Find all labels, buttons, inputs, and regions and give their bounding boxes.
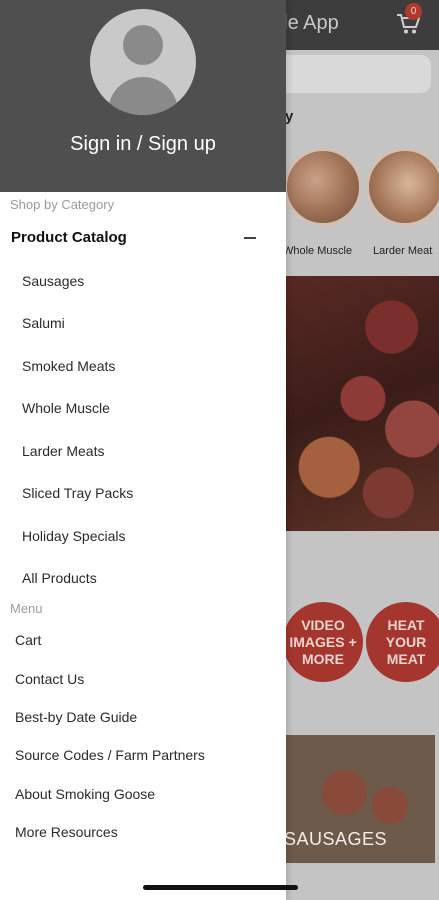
category-item-sliced-tray-packs[interactable]: Sliced Tray Packs <box>22 485 133 501</box>
product-catalog-title: Product Catalog <box>11 229 127 246</box>
shop-by-category-label: Shop by Category <box>10 197 115 212</box>
hero-image <box>270 276 439 531</box>
category-item-salumi[interactable]: Salumi <box>22 315 65 331</box>
menu-item-contact-us[interactable]: Contact Us <box>15 671 84 687</box>
menu-item-source-codes[interactable]: Source Codes / Farm Partners <box>15 747 205 763</box>
menu-item-best-by-date-guide[interactable]: Best-by Date Guide <box>15 709 137 725</box>
category-image-whole-muscle[interactable] <box>284 148 362 226</box>
category-label: Larder Meat <box>373 245 433 257</box>
drawer-header: Sign in / Sign up <box>0 0 286 192</box>
avatar-head <box>123 25 163 65</box>
category-item-sausages[interactable]: Sausages <box>22 273 84 289</box>
category-item-holiday-specials[interactable]: Holiday Specials <box>22 528 126 544</box>
menu-item-cart[interactable]: Cart <box>15 632 41 648</box>
product-catalog-toggle[interactable]: Product Catalog <box>0 222 286 254</box>
cart-count-badge: 0 <box>405 3 422 20</box>
avatar-icon[interactable] <box>90 9 196 115</box>
category-item-larder-meats[interactable]: Larder Meats <box>22 443 104 459</box>
category-item-smoked-meats[interactable]: Smoked Meats <box>22 358 115 374</box>
sausages-banner-label: SAUSAGES <box>284 829 388 849</box>
menu-item-about-smoking-goose[interactable]: About Smoking Goose <box>15 786 155 802</box>
avatar-body <box>108 77 178 115</box>
minus-icon[interactable] <box>244 237 256 239</box>
search-bar[interactable] <box>270 55 431 93</box>
category-item-all-products[interactable]: All Products <box>22 570 97 586</box>
promo-heat-button[interactable]: HEAT YOUR MEAT <box>366 602 439 682</box>
navigation-drawer: Sign in / Sign up Shop by Category Produ… <box>0 0 286 900</box>
menu-item-more-resources[interactable]: More Resources <box>15 824 118 840</box>
sign-in-button[interactable]: Sign in / Sign up <box>0 133 286 156</box>
category-item-whole-muscle[interactable]: Whole Muscle <box>22 400 110 416</box>
category-image-larder-meat[interactable] <box>366 148 439 226</box>
home-indicator[interactable] <box>143 885 298 890</box>
promo-video-button[interactable]: VIDEO IMAGES + MORE <box>283 602 363 682</box>
menu-section-label: Menu <box>10 601 43 616</box>
category-label: Whole Muscle <box>283 245 353 257</box>
